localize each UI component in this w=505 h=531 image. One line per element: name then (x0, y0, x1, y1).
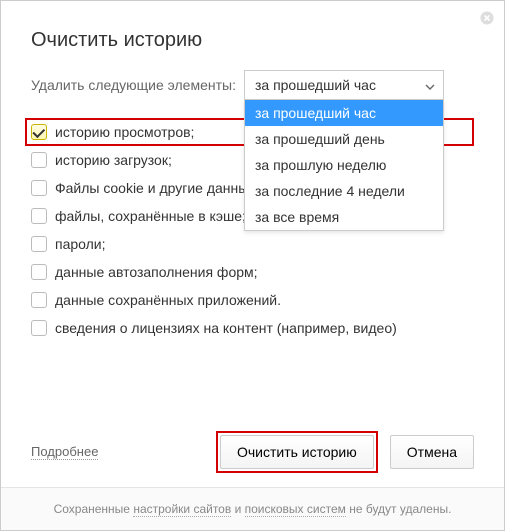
search-engines-link[interactable]: поисковых систем (245, 502, 346, 517)
cancel-button[interactable]: Отмена (390, 435, 474, 469)
time-range-select-wrap: за прошедший час за прошедший часза прош… (244, 70, 474, 100)
dropdown-option[interactable]: за последние 4 недели (245, 178, 443, 204)
clear-history-button[interactable]: Очистить историю (220, 435, 374, 469)
dialog-title: Очистить историю (1, 1, 504, 70)
checkbox-row: сведения о лицензиях на контент (наприме… (31, 314, 474, 342)
dropdown-option[interactable]: за все время (245, 204, 443, 230)
more-link[interactable]: Подробнее (31, 444, 98, 460)
site-settings-link[interactable]: настройки сайтов (133, 502, 231, 517)
time-range-row: Удалить следующие элементы: за прошедший… (31, 70, 474, 100)
dialog-content: Удалить следующие элементы: за прошедший… (1, 70, 504, 417)
chevron-down-icon (425, 77, 435, 93)
checkbox[interactable] (31, 180, 47, 196)
checkbox[interactable] (31, 320, 47, 336)
primary-button-highlight: Очистить историю (216, 431, 378, 473)
checkbox[interactable] (31, 236, 47, 252)
dropdown-option[interactable]: за прошедший час (245, 100, 443, 126)
dialog-footer: Подробнее Очистить историю Отмена (1, 417, 504, 487)
clear-history-dialog: Очистить историю Удалить следующие элеме… (0, 0, 505, 531)
info-bar: Сохраненные настройки сайтов и поисковых… (1, 487, 504, 530)
checkbox-label[interactable]: историю загрузок; (55, 152, 172, 168)
dropdown-option[interactable]: за прошлую неделю (245, 152, 443, 178)
time-range-select[interactable]: за прошедший час (244, 70, 444, 100)
checkbox[interactable] (31, 124, 47, 140)
dropdown-option[interactable]: за прошедший день (245, 126, 443, 152)
time-range-dropdown: за прошедший часза прошедший деньза прош… (244, 100, 444, 231)
checkbox-row: данные сохранённых приложений. (31, 286, 474, 314)
close-button[interactable] (478, 9, 496, 27)
checkbox[interactable] (31, 264, 47, 280)
time-range-selected-value: за прошедший час (255, 77, 376, 93)
time-range-label: Удалить следующие элементы: (31, 77, 236, 93)
checkbox[interactable] (31, 208, 47, 224)
info-text-suffix: не будут удалены. (346, 502, 452, 516)
checkbox-label[interactable]: сведения о лицензиях на контент (наприме… (55, 320, 397, 336)
checkbox[interactable] (31, 292, 47, 308)
info-text-prefix: Сохраненные (54, 502, 134, 516)
checkbox-label[interactable]: историю просмотров; (55, 124, 194, 140)
checkbox-row: пароли; (31, 230, 474, 258)
checkbox-label[interactable]: пароли; (55, 236, 106, 252)
info-text-mid: и (231, 502, 244, 516)
close-icon (480, 11, 494, 25)
checkbox[interactable] (31, 152, 47, 168)
checkbox-label[interactable]: данные автозаполнения форм; (55, 264, 258, 280)
checkbox-label[interactable]: данные сохранённых приложений. (55, 292, 281, 308)
checkbox-label[interactable]: файлы, сохранённые в кэше; (55, 208, 246, 224)
checkbox-row: данные автозаполнения форм; (31, 258, 474, 286)
